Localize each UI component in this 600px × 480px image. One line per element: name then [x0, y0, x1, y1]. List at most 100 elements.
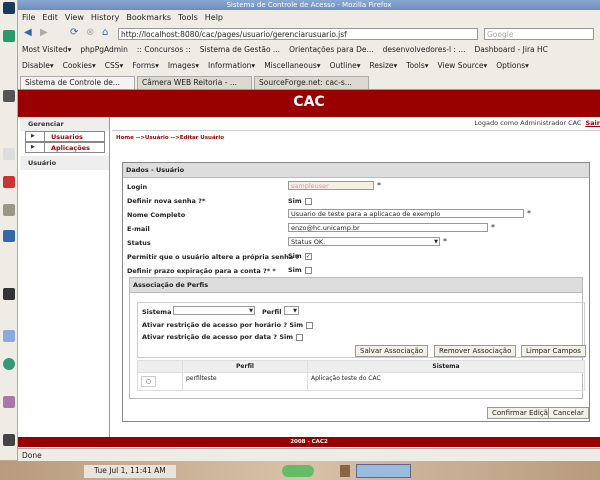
- bookmark-item[interactable]: Orientações para De...: [289, 45, 374, 54]
- globe-icon[interactable]: [3, 358, 15, 370]
- cancelar-button[interactable]: Cancelar: [548, 407, 589, 419]
- webdev-css[interactable]: CSS▾: [105, 61, 124, 70]
- terminal-icon[interactable]: [3, 288, 15, 300]
- bookmark-item[interactable]: Most Visited▾: [22, 45, 71, 54]
- login-field[interactable]: sampleuser: [288, 181, 374, 190]
- data-checkbox[interactable]: [296, 333, 303, 341]
- sistema-cell: Aplicação teste do CAC: [307, 372, 585, 391]
- chevron-down-icon: ▼: [434, 239, 438, 245]
- user-form: Dados - Usuário Login sampleuser * Defin…: [122, 162, 590, 422]
- webdev-view-source[interactable]: View Source▾: [438, 61, 488, 70]
- nova-senha-checkbox[interactable]: [304, 197, 312, 205]
- chat-icon[interactable]: [3, 396, 15, 408]
- monitor-icon[interactable]: [3, 2, 15, 14]
- workspace-switcher[interactable]: [356, 464, 411, 478]
- tab-sistema[interactable]: Sistema de Controle de...: [20, 76, 135, 89]
- remover-associacao-button[interactable]: Remover Associação: [434, 345, 517, 357]
- forward-icon[interactable]: ▶: [40, 27, 48, 38]
- sim-label: Sim: [288, 252, 302, 260]
- webdev-outline[interactable]: Outline▾: [330, 61, 361, 70]
- perfil-label: Perfil: [262, 308, 282, 316]
- stop-icon[interactable]: ⊗: [86, 27, 94, 38]
- desktop-dock: [0, 0, 18, 460]
- reload-icon[interactable]: ⟳: [70, 27, 78, 38]
- url-bar[interactable]: http://localhost:8080/cac/pages/usuario/…: [118, 28, 478, 40]
- required-mark: *: [491, 223, 495, 232]
- prazo-label: Definir prazo expiração para a conta ?* …: [127, 267, 276, 275]
- app-icon[interactable]: [3, 30, 15, 42]
- menu-help[interactable]: Help: [205, 13, 223, 22]
- confirmar-edicao-button[interactable]: Confirmar Edição: [487, 407, 558, 419]
- tray-app-icon[interactable]: [340, 465, 350, 477]
- camera-icon[interactable]: [3, 90, 15, 102]
- tools-icon[interactable]: [3, 330, 15, 342]
- network-icon[interactable]: [3, 230, 15, 242]
- notes-icon[interactable]: [3, 148, 15, 160]
- limpar-campos-button[interactable]: Limpar Campos: [521, 345, 586, 357]
- menu-edit[interactable]: Edit: [42, 13, 58, 22]
- permitir-label: Permitir que o usuário altere a própria …: [127, 253, 300, 261]
- radio-button[interactable]: ○: [141, 376, 157, 387]
- sim-label: Sim: [289, 321, 304, 329]
- home-icon[interactable]: ⌂: [102, 27, 108, 38]
- column-sistema: Sistema: [307, 360, 585, 373]
- webdev-information[interactable]: Information▾: [208, 61, 255, 70]
- email-field[interactable]: enzo@hc.unicamp.br: [288, 223, 488, 232]
- perfil-select[interactable]: ▼: [284, 306, 299, 315]
- nome-field[interactable]: Usuario de teste para a aplicacao de exe…: [288, 209, 524, 218]
- perfis-table: Perfil Sistema ○ perfilteste Aplicação test…: [137, 360, 585, 391]
- status-value: Status OK.: [291, 238, 326, 246]
- sidebar-item-usuarios[interactable]: ▶ Usuarios: [25, 131, 105, 142]
- webdev-forms[interactable]: Forms▾: [132, 61, 159, 70]
- sim-label: Sim: [279, 333, 293, 341]
- search-input[interactable]: Google: [484, 28, 594, 40]
- calendar-icon[interactable]: [3, 176, 15, 188]
- permitir-checkbox[interactable]: ✓: [304, 252, 312, 260]
- status-select[interactable]: Status OK. ▼: [288, 237, 440, 246]
- bookmark-item[interactable]: Dashboard - Jira HC: [474, 45, 547, 54]
- perfil-cell: perfilteste: [182, 372, 308, 391]
- breadcrumb[interactable]: Home -->Usuário -->Editar Usuário: [112, 130, 600, 145]
- logout-link[interactable]: Sair: [585, 119, 600, 127]
- bookmark-item[interactable]: :: Concursos ::: [137, 45, 191, 54]
- menu-view[interactable]: View: [65, 13, 84, 22]
- menu-bookmarks[interactable]: Bookmarks: [126, 13, 171, 22]
- menu-file[interactable]: File: [22, 13, 35, 22]
- webdev-images[interactable]: Images▾: [168, 61, 199, 70]
- horario-checkbox[interactable]: [306, 321, 314, 329]
- back-icon[interactable]: ◀: [24, 27, 32, 38]
- tab-sourceforge[interactable]: SourceForge.net: cac-s...: [254, 76, 369, 89]
- bookmark-item[interactable]: phpPgAdmin: [80, 45, 127, 54]
- arrow-icon: ▶: [26, 143, 45, 152]
- clock[interactable]: Tue Jul 1, 11:41 AM: [84, 465, 176, 478]
- select-cell: ○: [137, 372, 183, 391]
- webdev-misc[interactable]: Miscellaneous▾: [264, 61, 320, 70]
- webdev-disable[interactable]: Disable▾: [22, 61, 54, 70]
- sidebar-item-aplicacoes[interactable]: ▶ Aplicações: [25, 142, 105, 153]
- bookmark-item[interactable]: desenvolvedores-l : ...: [383, 45, 466, 54]
- select-column: [137, 360, 183, 373]
- data-label: Ativar restrição de acesso por data ?: [142, 333, 278, 341]
- webdev-tools[interactable]: Tools▾: [406, 61, 428, 70]
- arrow-icon: ▶: [26, 132, 45, 141]
- lock-icon[interactable]: [3, 434, 15, 446]
- tab-label: SourceForge.net: cac-s...: [259, 78, 352, 87]
- required-mark: *: [377, 181, 381, 190]
- prazo-checkbox[interactable]: [304, 266, 312, 274]
- salvar-associacao-button[interactable]: Salvar Associação: [355, 345, 429, 357]
- webdev-resize[interactable]: Resize▾: [369, 61, 397, 70]
- login-label: Login: [127, 183, 148, 191]
- sidebar-group-usuario[interactable]: Usuário: [20, 156, 109, 170]
- tray-icons[interactable]: [282, 465, 314, 477]
- perfis-title: Associação de Perfis: [130, 278, 582, 293]
- webdev-cookies[interactable]: Cookies▾: [63, 61, 96, 70]
- menu-history[interactable]: History: [91, 13, 119, 22]
- status-label: Status: [127, 239, 151, 247]
- bookmark-item[interactable]: Sistema de Gestão ...: [200, 45, 280, 54]
- tab-camera[interactable]: Câmera WEB Reitoria - ...: [137, 76, 252, 89]
- sistema-select[interactable]: ▼: [173, 306, 255, 315]
- table-row: ○ perfilteste Aplicação teste do CAC: [137, 372, 585, 391]
- folder-icon[interactable]: [3, 204, 15, 216]
- menu-tools[interactable]: Tools: [178, 13, 198, 22]
- webdev-options[interactable]: Options▾: [496, 61, 529, 70]
